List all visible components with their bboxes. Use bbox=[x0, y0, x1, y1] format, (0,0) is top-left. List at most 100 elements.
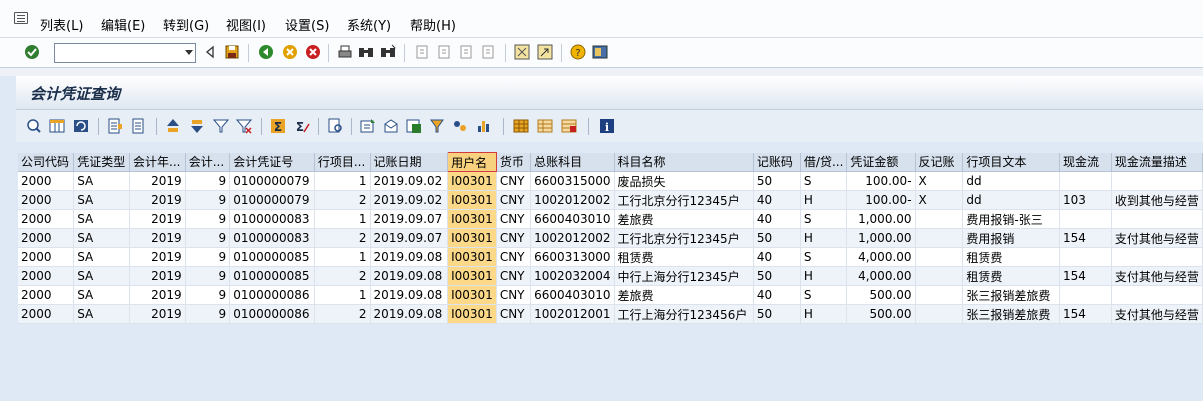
table-cell[interactable]: 1,000.00 bbox=[846, 228, 916, 248]
table-cell[interactable]: 2000 bbox=[18, 285, 75, 305]
export-icon[interactable] bbox=[360, 118, 376, 134]
table-cell[interactable]: SA bbox=[73, 228, 130, 248]
table-cell[interactable]: CNY bbox=[496, 171, 532, 191]
menu-view[interactable]: 视图(I) bbox=[226, 15, 266, 34]
col-header-company-code[interactable]: 公司代码 bbox=[18, 152, 75, 172]
find-next-icon[interactable] bbox=[380, 44, 396, 60]
table-cell[interactable]: 9 bbox=[185, 209, 231, 229]
col-header-posting-key[interactable]: 记账码 bbox=[753, 152, 801, 172]
table-cell[interactable]: 500.00 bbox=[846, 304, 916, 324]
table-cell[interactable]: H bbox=[800, 266, 848, 286]
table-cell[interactable]: 中行上海分行12345户 bbox=[614, 266, 754, 286]
table-cell[interactable]: 40 bbox=[753, 247, 801, 267]
table-cell[interactable]: 0100000079 bbox=[229, 171, 315, 191]
table-cell[interactable]: X bbox=[915, 190, 964, 210]
table-cell[interactable]: 6600403010 bbox=[530, 285, 615, 305]
deselect-all-icon[interactable] bbox=[131, 118, 147, 134]
table-cell[interactable]: 1 bbox=[314, 209, 371, 229]
table-cell[interactable]: X bbox=[915, 171, 964, 191]
table-cell[interactable]: 工行北京分行12345户 bbox=[614, 190, 754, 210]
menu-edit[interactable]: 编辑(E) bbox=[101, 15, 145, 34]
table-cell[interactable]: 2000 bbox=[18, 266, 75, 286]
table-cell[interactable]: 50 bbox=[753, 228, 801, 248]
table-cell[interactable]: S bbox=[800, 171, 848, 191]
table-cell[interactable]: SA bbox=[73, 266, 130, 286]
menu-goto[interactable]: 转到(G) bbox=[163, 15, 209, 34]
table-cell[interactable]: 支付其他与经营 bbox=[1111, 266, 1203, 286]
table-cell[interactable] bbox=[1111, 171, 1203, 191]
table-cell[interactable]: SA bbox=[73, 247, 130, 267]
table-cell[interactable]: 2019 bbox=[129, 247, 186, 267]
table-row[interactable]: 2000 SA 2019 9 0100000086 2 2019.09.08 I00301 CN… bbox=[18, 304, 1203, 324]
table-cell[interactable]: 1002012002 bbox=[530, 228, 615, 248]
table-cell[interactable]: 支付其他与经营 bbox=[1111, 228, 1203, 248]
table-cell[interactable]: 2019.09.02 bbox=[370, 171, 449, 191]
prev-page-icon[interactable] bbox=[436, 44, 452, 60]
table-cell[interactable]: I00301 bbox=[447, 190, 497, 210]
col-header-account-name[interactable]: 科目名称 bbox=[614, 152, 754, 172]
table-cell[interactable]: 2019 bbox=[129, 228, 186, 248]
select-all-icon[interactable] bbox=[107, 118, 123, 134]
col-header-line-item[interactable]: 行项目... bbox=[314, 152, 371, 172]
col-header-cash-flow-desc[interactable]: 现金流量描述 bbox=[1111, 152, 1203, 172]
table-cell[interactable]: 废品损失 bbox=[614, 171, 754, 191]
table-cell[interactable]: 4,000.00 bbox=[846, 266, 916, 286]
cancel-icon[interactable] bbox=[305, 44, 321, 60]
table-cell[interactable]: S bbox=[800, 247, 848, 267]
table-cell[interactable]: 1002012002 bbox=[530, 190, 615, 210]
table-cell[interactable]: 9 bbox=[185, 266, 231, 286]
menu-help[interactable]: 帮助(H) bbox=[410, 15, 456, 34]
table-cell[interactable]: 2000 bbox=[18, 209, 75, 229]
refresh-icon[interactable] bbox=[73, 118, 89, 134]
column-layout-icon[interactable] bbox=[49, 118, 65, 134]
table-cell[interactable]: H bbox=[800, 228, 848, 248]
table-cell[interactable]: 0100000085 bbox=[229, 266, 315, 286]
table-cell[interactable]: 4,000.00 bbox=[846, 247, 916, 267]
table-cell[interactable]: S bbox=[800, 209, 848, 229]
table-cell[interactable]: 50 bbox=[753, 266, 801, 286]
table-cell[interactable]: 2019 bbox=[129, 190, 186, 210]
save-layout-icon[interactable] bbox=[561, 118, 577, 134]
table-cell[interactable]: 9 bbox=[185, 190, 231, 210]
table-cell[interactable]: 9 bbox=[185, 304, 231, 324]
col-header-debit-credit[interactable]: 借/贷... bbox=[800, 152, 848, 172]
table-cell[interactable]: 1 bbox=[314, 285, 371, 305]
col-header-period[interactable]: 会计... bbox=[185, 152, 231, 172]
table-cell[interactable]: 2019 bbox=[129, 171, 186, 191]
table-cell[interactable]: 差旅费 bbox=[614, 285, 754, 305]
table-cell[interactable]: 2 bbox=[314, 228, 371, 248]
table-cell[interactable]: SA bbox=[73, 304, 130, 324]
table-cell[interactable]: 工行上海分行123456户 bbox=[614, 304, 754, 324]
table-cell[interactable]: CNY bbox=[496, 247, 532, 267]
table-cell[interactable] bbox=[1111, 247, 1203, 267]
table-row[interactable]: 2000 SA 2019 9 0100000079 2 2019.09.02 I00301 CN… bbox=[18, 190, 1203, 210]
table-cell[interactable]: 50 bbox=[753, 171, 801, 191]
table-cell[interactable]: 2 bbox=[314, 190, 371, 210]
chevron-down-icon[interactable] bbox=[185, 50, 193, 55]
shortcut-icon[interactable] bbox=[537, 44, 553, 60]
table-cell[interactable]: 0100000079 bbox=[229, 190, 315, 210]
spreadsheet-icon[interactable] bbox=[406, 118, 422, 134]
save-icon[interactable] bbox=[224, 44, 240, 60]
table-cell[interactable]: I00301 bbox=[447, 285, 497, 305]
table-cell[interactable]: CNY bbox=[496, 228, 532, 248]
col-header-fiscal-year[interactable]: 会计年... bbox=[129, 152, 186, 172]
table-cell[interactable]: 9 bbox=[185, 247, 231, 267]
table-row[interactable]: 2000 SA 2019 9 0100000085 2 2019.09.08 I00301 CN… bbox=[18, 266, 1203, 286]
first-page-icon[interactable] bbox=[414, 44, 430, 60]
table-cell[interactable]: 2019.09.07 bbox=[370, 228, 449, 248]
table-cell[interactable] bbox=[915, 209, 964, 229]
table-cell[interactable]: 2019 bbox=[129, 285, 186, 305]
exit-icon[interactable] bbox=[282, 44, 298, 60]
table-cell[interactable] bbox=[1059, 247, 1112, 267]
table-cell[interactable]: 1,000.00 bbox=[846, 209, 916, 229]
table-cell[interactable]: 费用报销 bbox=[962, 228, 1060, 248]
table-cell[interactable]: 租赁费 bbox=[614, 247, 754, 267]
table-cell[interactable]: SA bbox=[73, 190, 130, 210]
table-cell[interactable] bbox=[915, 228, 964, 248]
table-cell[interactable]: I00301 bbox=[447, 247, 497, 267]
table-cell[interactable]: 100.00- bbox=[846, 190, 916, 210]
table-cell[interactable]: 40 bbox=[753, 209, 801, 229]
details-icon[interactable] bbox=[26, 118, 42, 134]
print-icon[interactable] bbox=[337, 44, 353, 60]
